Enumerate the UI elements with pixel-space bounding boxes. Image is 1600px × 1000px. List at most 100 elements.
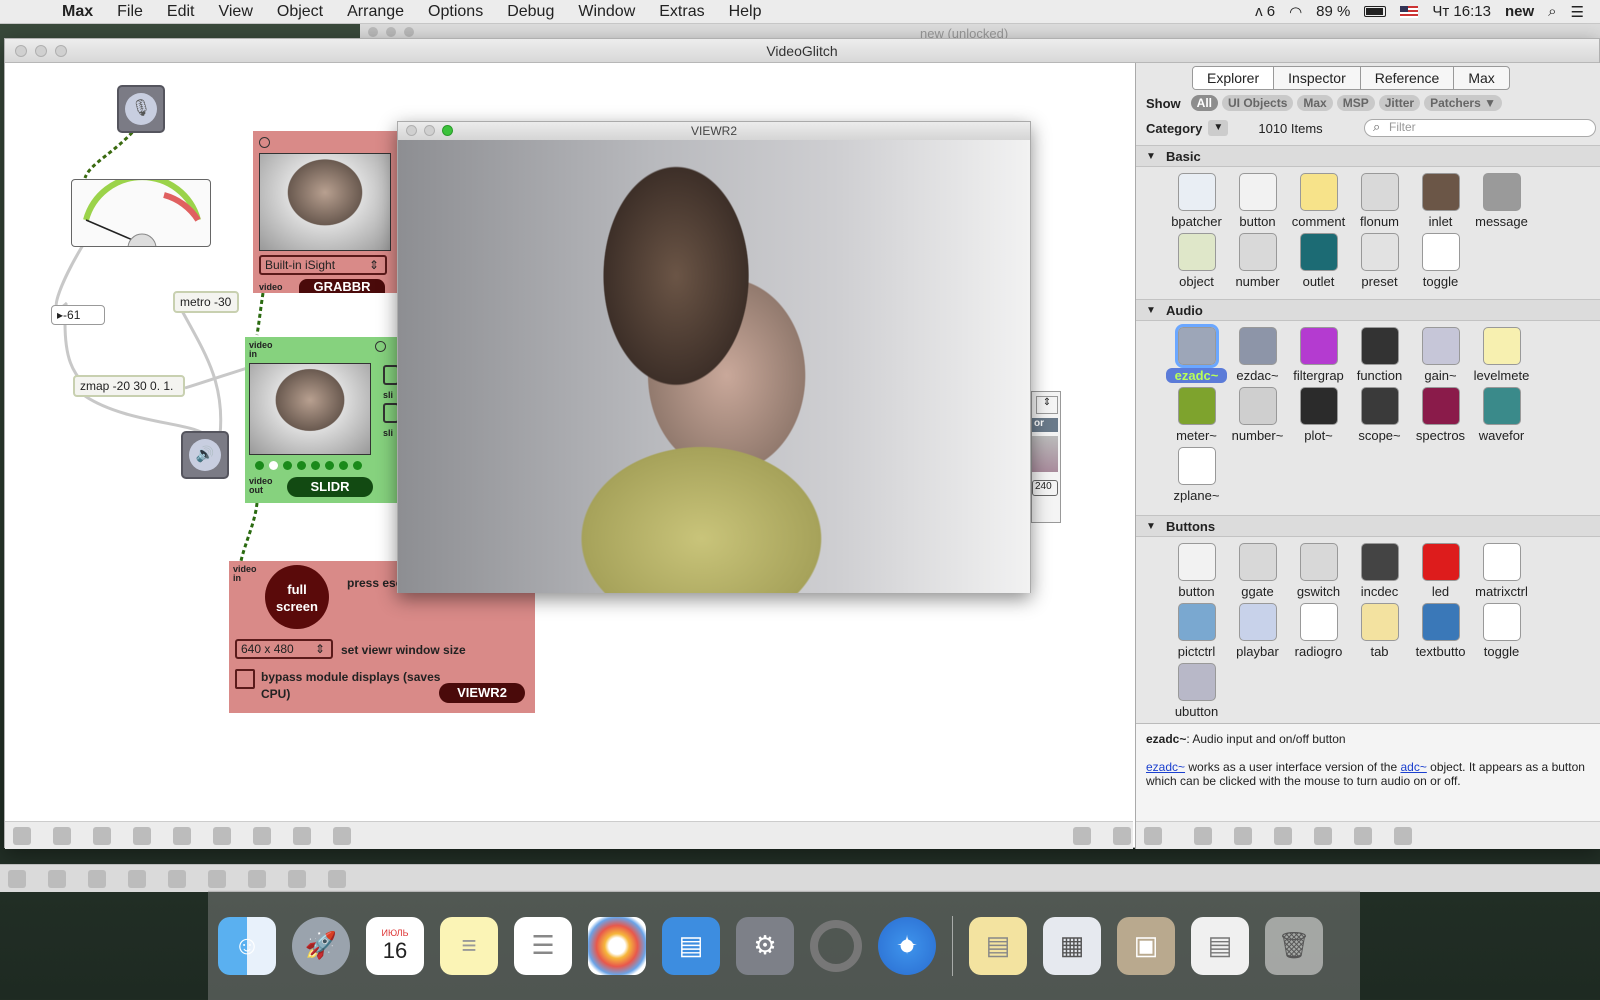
documents-stack-icon[interactable]: ▤ <box>969 916 1027 975</box>
list-view-icon[interactable] <box>1234 826 1252 845</box>
object-palette-item[interactable]: wavefor <box>1471 387 1532 443</box>
viewr-titlebar[interactable]: VIEWR2 <box>398 122 1030 140</box>
eye-icon[interactable] <box>1274 826 1292 845</box>
section-audio[interactable]: Audio <box>1136 299 1600 322</box>
grid-snap-icon[interactable] <box>93 826 111 845</box>
close-icon[interactable] <box>406 125 417 136</box>
object-palette-item[interactable]: meter~ <box>1166 387 1227 443</box>
filter-all[interactable]: All <box>1190 95 1219 111</box>
clock[interactable]: Чт 16:13 <box>1432 3 1491 20</box>
filter-max[interactable]: Max <box>1297 95 1333 111</box>
object-palette-item[interactable]: bpatcher <box>1166 173 1227 229</box>
object-palette-item[interactable]: led <box>1410 543 1471 599</box>
menu-view[interactable]: View <box>206 3 264 21</box>
filter-ui-objects[interactable]: UI Objects <box>1222 95 1294 111</box>
ezadc-object[interactable]: 🎙 <box>117 85 165 133</box>
object-palette-item[interactable]: zplane~ <box>1166 447 1227 503</box>
object-palette-item[interactable]: number <box>1227 233 1288 289</box>
partial-module-value[interactable]: 240 <box>1032 480 1058 496</box>
fullscreen-button[interactable]: full screen <box>265 565 329 629</box>
object-palette-item[interactable]: spectros <box>1410 387 1471 443</box>
zmap-object[interactable]: zmap -20 30 0. 1. <box>73 375 185 397</box>
grid-icon[interactable] <box>293 826 311 845</box>
battery-percent[interactable]: 89 % <box>1316 3 1350 20</box>
bypass-checkbox[interactable] <box>235 669 255 689</box>
menu-arrange[interactable]: Arrange <box>335 3 416 21</box>
object-icon[interactable] <box>253 826 271 845</box>
zoom-icon[interactable] <box>404 27 414 37</box>
info-icon[interactable] <box>213 826 231 845</box>
section-basic[interactable]: Basic <box>1136 145 1600 168</box>
filter-msp[interactable]: MSP <box>1336 95 1375 111</box>
trash-icon[interactable]: 🗑 <box>1265 916 1323 975</box>
viewr-window[interactable]: VIEWR2 <box>397 121 1031 593</box>
audio-icon[interactable] <box>328 869 346 888</box>
object-palette-item[interactable]: flonum <box>1349 173 1410 229</box>
section-buttons[interactable]: Buttons <box>1136 515 1600 538</box>
close-icon[interactable] <box>15 45 27 57</box>
object-palette-item[interactable]: object <box>1166 233 1227 289</box>
object-palette-item[interactable]: button <box>1166 543 1227 599</box>
slidr-power-icon[interactable] <box>375 341 386 352</box>
preview-window-icon-1[interactable]: ▦ <box>1043 916 1101 975</box>
presentation-icon[interactable] <box>48 869 66 888</box>
tab-explorer[interactable]: Explorer <box>1193 67 1275 89</box>
object-palette-item[interactable]: message <box>1471 173 1532 229</box>
object-palette-item[interactable]: pictctrl <box>1166 603 1227 659</box>
preview-window-icon-2[interactable]: ▣ <box>1117 916 1175 975</box>
clear-icon[interactable] <box>133 826 151 845</box>
user-name[interactable]: new <box>1505 3 1534 20</box>
menu-icon[interactable] <box>1394 826 1412 845</box>
menu-window[interactable]: Window <box>566 3 647 21</box>
object-palette-item[interactable]: ubutton <box>1166 663 1227 719</box>
preview-window-icon-3[interactable]: ▤ <box>1191 916 1249 975</box>
system-preferences-icon[interactable]: ⚙ <box>736 916 794 975</box>
settings-icon[interactable] <box>1144 826 1162 845</box>
object-palette-item[interactable]: textbutto <box>1410 603 1471 659</box>
object-palette-item[interactable]: function <box>1349 327 1410 383</box>
object-palette-item[interactable]: ezadc~ <box>1166 324 1227 383</box>
lock-icon[interactable] <box>8 869 26 888</box>
object-palette-item[interactable]: playbar <box>1227 603 1288 659</box>
stepper-icon[interactable]: ⇕ <box>1036 396 1058 414</box>
tab-reference[interactable]: Reference <box>1361 67 1455 89</box>
minimize-icon[interactable] <box>35 45 47 57</box>
object-palette-item[interactable]: comment <box>1288 173 1349 229</box>
object-palette-item[interactable]: button <box>1227 173 1288 229</box>
object-icon[interactable] <box>248 869 266 888</box>
object-palette-item[interactable]: toggle <box>1410 233 1471 289</box>
add-icon[interactable] <box>1314 826 1332 845</box>
object-palette-item[interactable]: preset <box>1349 233 1410 289</box>
debug-icon[interactable] <box>168 869 186 888</box>
object-palette-item[interactable]: levelmete <box>1471 327 1532 383</box>
safari-icon[interactable]: ✦ <box>878 916 936 975</box>
max-app-icon[interactable] <box>810 919 862 972</box>
minimize-icon[interactable] <box>386 27 396 37</box>
reminders-icon[interactable]: ☰ <box>514 916 572 975</box>
zoom-icon[interactable] <box>442 125 453 136</box>
object-palette-item[interactable]: tab <box>1349 603 1410 659</box>
clear-icon[interactable] <box>128 869 146 888</box>
launchpad-icon[interactable]: 🚀 <box>292 916 350 975</box>
input-source-icon[interactable]: ʌ 6 <box>1255 3 1275 20</box>
filter-jitter[interactable]: Jitter <box>1378 95 1421 111</box>
finder-icon[interactable]: ☺ <box>218 916 276 975</box>
grid-snap-icon[interactable] <box>88 869 106 888</box>
info-icon[interactable] <box>208 869 226 888</box>
object-palette-item[interactable]: outlet <box>1288 233 1349 289</box>
menu-object[interactable]: Object <box>265 3 335 21</box>
audio-icon[interactable] <box>333 826 351 845</box>
debug-icon[interactable] <box>173 826 191 845</box>
menu-debug[interactable]: Debug <box>495 3 566 21</box>
object-palette-item[interactable]: number~ <box>1227 387 1288 443</box>
notification-center-icon[interactable]: ☰ <box>1571 3 1584 21</box>
metro-object[interactable]: metro -30 <box>173 291 239 313</box>
split-horizontal-icon[interactable] <box>1073 826 1091 845</box>
help-icon[interactable] <box>1354 826 1372 845</box>
lock-icon[interactable] <box>13 826 31 845</box>
object-palette-item[interactable]: gain~ <box>1410 327 1471 383</box>
minimize-icon[interactable] <box>424 125 435 136</box>
menu-extras[interactable]: Extras <box>647 3 716 21</box>
notes-icon[interactable]: ≡ <box>440 916 498 975</box>
filter-input[interactable]: Filter <box>1364 119 1596 137</box>
